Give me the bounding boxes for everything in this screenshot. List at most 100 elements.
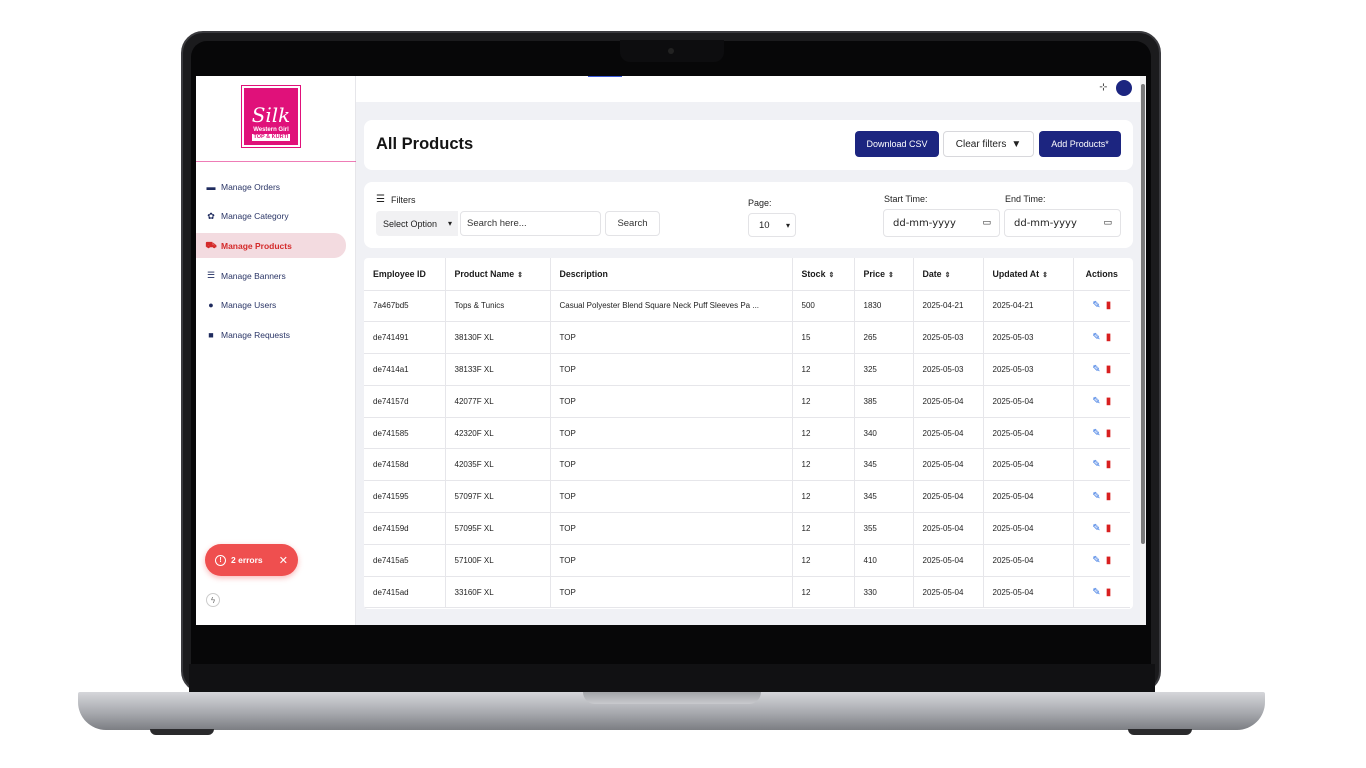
actions-cell: ✎ ▮ — [1073, 417, 1130, 450]
page-label: Page: — [748, 198, 772, 208]
table-cell: 2025-05-04 — [913, 385, 984, 418]
trash-icon[interactable]: ▮ — [1106, 459, 1112, 470]
filter-field-select[interactable]: Select Option ▾ — [376, 211, 458, 236]
table-cell: Casual Polyester Blend Square Neck Puff … — [550, 290, 793, 323]
end-date-input[interactable]: dd-mm-yyyy ▭ — [1004, 209, 1121, 237]
sort-icon[interactable]: ⇕ — [888, 272, 894, 279]
edit-icon[interactable]: ✎ — [1092, 364, 1100, 375]
edit-icon[interactable]: ✎ — [1092, 332, 1100, 343]
edit-icon[interactable]: ✎ — [1092, 300, 1100, 311]
error-toast[interactable]: ! 2 errors ✕ — [205, 544, 298, 576]
sort-icon[interactable]: ⇕ — [517, 272, 523, 279]
table-cell: 500 — [792, 290, 855, 323]
table-cell: 2025-05-03 — [983, 353, 1074, 386]
edit-icon[interactable]: ✎ — [1092, 587, 1100, 598]
table-cell: Tops & Tunics — [445, 290, 551, 323]
add-products-button[interactable]: Add Products* — [1039, 131, 1121, 157]
table-row[interactable]: de74157d 42077F XL TOP 12 385 2025-05-04 2025-… — [364, 385, 1130, 418]
table-cell: TOP — [550, 576, 793, 609]
filters-heading: ☰ Filters — [376, 194, 415, 205]
brand-logo[interactable]: Silk Western Girl TOP & KURTI — [241, 85, 301, 148]
calendar-icon[interactable]: ▭ — [1103, 218, 1112, 228]
table-cell: TOP — [550, 544, 793, 577]
sort-icon[interactable]: ⇕ — [1042, 272, 1048, 279]
table-cell: 2025-05-04 — [913, 576, 984, 609]
clear-filters-button[interactable]: Clear filters ▼ — [943, 131, 1034, 157]
table-row[interactable]: de7415a5 57100F XL TOP 12 410 2025-05-04 2025-… — [364, 544, 1130, 577]
sidebar-item-orders[interactable]: ▬ Manage Orders — [196, 174, 356, 199]
table-cell: 42320F XL — [445, 417, 551, 450]
trash-icon[interactable]: ▮ — [1106, 332, 1112, 343]
table-cell: 2025-05-03 — [913, 353, 984, 386]
sidebar-item-requests[interactable]: ■ Manage Requests — [196, 322, 356, 347]
sidebar-item-users[interactable]: ● Manage Users — [196, 293, 356, 318]
table-cell: 2025-05-03 — [983, 321, 1074, 355]
table-row[interactable]: de741585 42320F XL TOP 12 340 2025-05-04 2025-… — [364, 417, 1130, 450]
actions-cell: ✎ ▮ — [1073, 353, 1130, 386]
logo-script: Silk — [251, 103, 291, 127]
end-time-label: End Time: — [1005, 194, 1046, 204]
sidebar-item-banners[interactable]: ☰ Manage Banners — [196, 263, 356, 288]
scrollbar-thumb[interactable] — [1141, 84, 1145, 544]
table-row[interactable]: de7414a1 38133F XL TOP 12 325 2025-05-03 2025-… — [364, 353, 1130, 386]
page-size-select[interactable]: 10 ▾ — [748, 213, 796, 237]
sidebar-item-label: Manage Requests — [221, 329, 290, 340]
sort-icon[interactable]: ⇕ — [828, 272, 834, 279]
table-cell: 2025-05-04 — [913, 544, 984, 577]
table-row[interactable]: de741595 57097F XL TOP 12 345 2025-05-04 2025-… — [364, 480, 1130, 514]
table-cell: de74157d — [364, 385, 446, 418]
actions-cell: ✎ ▮ — [1073, 448, 1130, 482]
close-icon[interactable]: ✕ — [279, 554, 288, 567]
edit-icon[interactable]: ✎ — [1092, 428, 1100, 439]
trash-icon[interactable]: ▮ — [1106, 523, 1112, 534]
trash-icon[interactable]: ▮ — [1106, 396, 1112, 407]
table-cell: 2025-05-04 — [983, 417, 1074, 450]
table-row[interactable]: de74158d 42035F XL TOP 12 345 2025-05-04 2025-… — [364, 448, 1130, 482]
start-date-input[interactable]: dd-mm-yyyy ▭ — [883, 209, 1000, 237]
download-csv-button[interactable]: Download CSV — [855, 131, 939, 157]
col-price[interactable]: Price ⇕ — [854, 258, 914, 291]
table-cell: TOP — [550, 385, 793, 418]
table-row[interactable]: de7415ad 33160F XL TOP 12 330 2025-05-04 2025-… — [364, 576, 1130, 609]
table-cell: 2025-05-04 — [983, 576, 1074, 609]
col-date[interactable]: Date ⇕ — [913, 258, 984, 291]
edit-icon[interactable]: ✎ — [1092, 491, 1100, 502]
col-stock[interactable]: Stock ⇕ — [792, 258, 855, 291]
table-cell: 42035F XL — [445, 448, 551, 482]
sidebar-item-category[interactable]: ✿ Manage Category — [196, 204, 356, 229]
table-row[interactable]: de74159d 57095F XL TOP 12 355 2025-05-04 2025-… — [364, 512, 1130, 545]
table-row[interactable]: 7a467bd5 Tops & Tunics Casual Polyester Bl… — [364, 290, 1130, 323]
trash-icon[interactable]: ▮ — [1106, 555, 1112, 566]
trash-icon[interactable]: ▮ — [1106, 587, 1112, 598]
scrollbar[interactable] — [1140, 76, 1146, 625]
compress-icon[interactable]: ⊹ — [1098, 82, 1109, 93]
filter-lines-icon: ☰ — [376, 194, 385, 205]
col-product-name[interactable]: Product Name ⇕ — [445, 258, 551, 291]
trash-icon[interactable]: ▮ — [1106, 364, 1112, 375]
user-icon: ● — [208, 300, 214, 311]
end-date-value: dd-mm-yyyy — [1014, 217, 1077, 229]
table-row[interactable]: de741491 38130F XL TOP 15 265 2025-05-03 2025-… — [364, 321, 1130, 355]
table-cell: 355 — [854, 512, 914, 545]
trash-icon[interactable]: ▮ — [1106, 491, 1112, 502]
calendar-icon[interactable]: ▭ — [982, 218, 991, 228]
table-cell: 2025-05-04 — [983, 544, 1074, 577]
table-cell: 12 — [792, 385, 855, 418]
edit-icon[interactable]: ✎ — [1092, 459, 1100, 470]
edit-icon[interactable]: ✎ — [1092, 396, 1100, 407]
edit-icon[interactable]: ✎ — [1092, 523, 1100, 534]
col-updated-at[interactable]: Updated At ⇕ — [983, 258, 1074, 291]
trash-icon[interactable]: ▮ — [1106, 300, 1112, 311]
alert-icon: ! — [215, 554, 226, 566]
sidebar: Silk Western Girl TOP & KURTI ▬ Manage O… — [196, 76, 356, 625]
search-button[interactable]: Search — [605, 211, 660, 236]
trash-icon[interactable]: ▮ — [1106, 428, 1112, 439]
edit-icon[interactable]: ✎ — [1092, 555, 1100, 566]
cart-icon: ⛟ — [205, 239, 217, 250]
sidebar-item-products[interactable]: ⛟ Manage Products — [196, 233, 346, 259]
search-input[interactable] — [460, 211, 601, 236]
bolt-icon[interactable]: ϟ — [206, 593, 220, 607]
avatar[interactable] — [1116, 80, 1132, 96]
sort-icon[interactable]: ⇕ — [945, 272, 951, 279]
table-cell: 15 — [792, 321, 855, 355]
